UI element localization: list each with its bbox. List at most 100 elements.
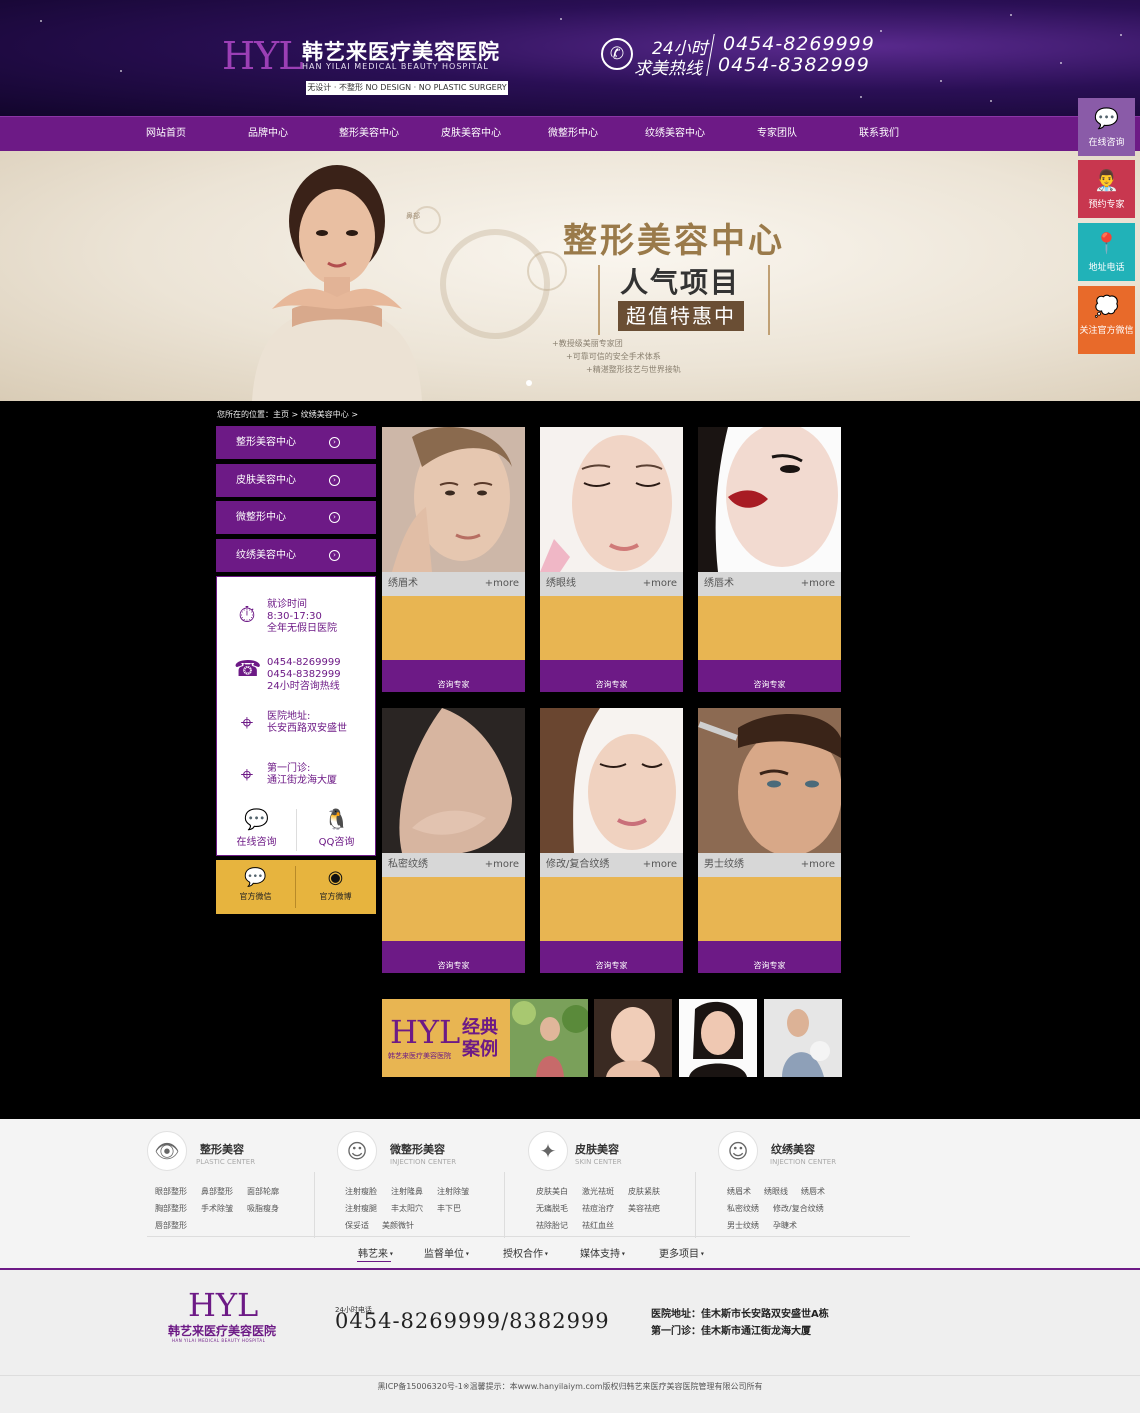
chat-bubble-icon: 💬	[244, 807, 269, 831]
card-name[interactable]: 男士纹绣	[704, 853, 744, 877]
category-title[interactable]: 整形美容	[200, 1141, 244, 1157]
category-link[interactable]: 男士纹绣	[727, 1220, 759, 1231]
category-link[interactable]: 眼部整形	[155, 1186, 187, 1197]
category-title[interactable]: 纹绣美容	[771, 1141, 815, 1157]
nav-item-brand[interactable]: 品牌中心	[218, 117, 318, 152]
ask-expert-link[interactable]: 咨询专家	[698, 941, 841, 973]
footer-nav-media[interactable]: 媒体支持 ▾	[580, 1245, 625, 1260]
category-link[interactable]: 激光祛斑	[582, 1186, 614, 1197]
category-title[interactable]: 皮肤美容	[575, 1141, 619, 1157]
category-link[interactable]: 注射隆鼻	[391, 1186, 423, 1197]
card-label-bar: 男士纹绣 +more	[698, 853, 841, 877]
category-link[interactable]: 祛红血丝	[582, 1220, 614, 1231]
category-link[interactable]: 注射瘦腿	[345, 1203, 377, 1214]
service-card[interactable]: 绣眉术 +more 咨询专家	[382, 427, 525, 692]
qq-consult-button[interactable]: 🐧 QQ咨询	[297, 805, 376, 855]
wechat-icon: 💭	[1094, 294, 1119, 318]
nav-item-home[interactable]: 网站首页	[116, 117, 216, 152]
category-link[interactable]: 绣眼线	[764, 1186, 788, 1197]
category-link[interactable]: 皮肤美白	[536, 1186, 568, 1197]
footer-nav-partners[interactable]: 授权合作 ▾	[503, 1245, 548, 1260]
float-label: 在线咨询	[1088, 138, 1125, 148]
footer-nav-more[interactable]: 更多项目 ▾	[659, 1245, 704, 1260]
logo-mark[interactable]: HYL	[222, 34, 303, 78]
category-link[interactable]: 丰太阳穴	[391, 1203, 423, 1214]
card-photo-men	[698, 708, 841, 853]
service-card[interactable]: 男士纹绣 +more 咨询专家	[698, 708, 841, 973]
category-link[interactable]: 私密纹绣	[727, 1203, 759, 1214]
card-name[interactable]: 修改/复合纹绣	[546, 853, 609, 877]
category-link[interactable]: 吸脂瘦身	[247, 1203, 279, 1214]
service-card[interactable]: 私密纹绣 +more 咨询专家	[382, 708, 525, 973]
classic-cases-banner[interactable]: HYL 韩艺来医疗美容医院 经典 案例	[382, 999, 588, 1077]
ask-expert-link[interactable]: 咨询专家	[540, 660, 683, 692]
breadcrumb[interactable]: 您所在的位置：主页 > 纹绣美容中心 >	[217, 409, 358, 420]
more-link[interactable]: +more	[801, 572, 835, 596]
ask-expert-link[interactable]: 咨询专家	[382, 941, 525, 973]
category-link[interactable]: 手术除皱	[201, 1203, 233, 1214]
footer-logo[interactable]: HYL	[188, 1286, 258, 1324]
card-name[interactable]: 绣唇术	[704, 572, 734, 596]
side-menu-micro[interactable]: 微整形中心 ›	[216, 501, 376, 534]
nav-item-experts[interactable]: 专家团队	[727, 117, 827, 152]
nav-item-plastic[interactable]: 整形美容中心	[319, 117, 419, 152]
category-link[interactable]: 丰下巴	[437, 1203, 461, 1214]
main-nav: 网站首页 品牌中心 整形美容中心 皮肤美容中心 微整形中心 纹绣美容中心 专家团…	[0, 116, 1140, 151]
category-link[interactable]: 皮肤紧肤	[628, 1186, 660, 1197]
hero-banner[interactable]: 鼻部 整形美容中心 人气项目 超值特惠中 +教授级美丽专家团 +可靠可信的安全手…	[0, 151, 1140, 401]
service-card[interactable]: 绣眼线 +more 咨询专家	[540, 427, 683, 692]
category-title[interactable]: 微整形美容	[390, 1141, 445, 1157]
category-link[interactable]: 孕睫术	[773, 1220, 797, 1231]
nav-item-contact[interactable]: 联系我们	[829, 117, 929, 152]
card-name[interactable]: 私密纹绣	[388, 853, 428, 877]
banner-deco-line	[768, 265, 770, 335]
weibo-button[interactable]: ◉ 官方微博	[296, 860, 375, 914]
nav-item-micro[interactable]: 微整形中心	[523, 117, 623, 152]
category-link[interactable]: 鼻部整形	[201, 1186, 233, 1197]
service-card[interactable]: 绣唇术 +more 咨询专家	[698, 427, 841, 692]
service-card[interactable]: 修改/复合纹绣 +more 咨询专家	[540, 708, 683, 973]
category-link[interactable]: 注射除皱	[437, 1186, 469, 1197]
ask-expert-link[interactable]: 咨询专家	[540, 941, 683, 973]
category-link[interactable]: 绣眉术	[727, 1186, 751, 1197]
category-link[interactable]: 保妥适	[345, 1220, 369, 1231]
category-link[interactable]: 胸部整形	[155, 1203, 187, 1214]
more-link[interactable]: +more	[485, 572, 519, 596]
float-online-consult[interactable]: 💬 在线咨询	[1078, 98, 1135, 156]
footer-nav-supervision[interactable]: 监督单位 ▾	[424, 1245, 469, 1260]
online-consult-button[interactable]: 💬 在线咨询	[217, 805, 296, 855]
category-link[interactable]: 绣唇术	[801, 1186, 825, 1197]
side-menu-skin[interactable]: 皮肤美容中心 ›	[216, 464, 376, 497]
ask-expert-link[interactable]: 咨询专家	[382, 660, 525, 692]
category-link[interactable]: 修改/复合纹绣	[773, 1203, 824, 1214]
category-en: SKIN CENTER	[575, 1158, 622, 1166]
more-link[interactable]: +more	[643, 572, 677, 596]
category-link[interactable]: 唇部整形	[155, 1220, 187, 1231]
category-link[interactable]: 面部轮廓	[247, 1186, 279, 1197]
category-link[interactable]: 祛除胎记	[536, 1220, 568, 1231]
nav-item-tattoo[interactable]: 纹绣美容中心	[625, 117, 725, 152]
nav-item-skin[interactable]: 皮肤美容中心	[421, 117, 521, 152]
more-link[interactable]: +more	[643, 853, 677, 877]
more-link[interactable]: +more	[485, 853, 519, 877]
category-link[interactable]: 注射瘦脸	[345, 1186, 377, 1197]
more-link[interactable]: +more	[801, 853, 835, 877]
footer-nav-hanyilai[interactable]: 韩艺来 ▾	[358, 1245, 393, 1260]
carousel-dot[interactable]	[526, 380, 532, 386]
category-link[interactable]: 美颜微针	[382, 1220, 414, 1231]
float-wechat[interactable]: 💭 关注官方微信	[1078, 286, 1135, 354]
side-menu-plastic[interactable]: 整形美容中心 ›	[216, 426, 376, 459]
category-link[interactable]: 无痛脱毛	[536, 1203, 568, 1214]
float-book-expert[interactable]: 👨‍⚕️ 预约专家	[1078, 160, 1135, 218]
case-photo[interactable]	[679, 999, 757, 1077]
wechat-button[interactable]: 💬 官方微信	[216, 860, 295, 914]
case-photo[interactable]	[594, 999, 672, 1077]
float-address[interactable]: 📍 地址电话	[1078, 223, 1135, 281]
category-link[interactable]: 祛痘治疗	[582, 1203, 614, 1214]
card-name[interactable]: 绣眼线	[546, 572, 576, 596]
card-name[interactable]: 绣眉术	[388, 572, 418, 596]
category-link[interactable]: 美容祛疤	[628, 1203, 660, 1214]
case-photo[interactable]	[764, 999, 842, 1077]
side-menu-tattoo[interactable]: 纹绣美容中心 ›	[216, 539, 376, 572]
ask-expert-link[interactable]: 咨询专家	[698, 660, 841, 692]
